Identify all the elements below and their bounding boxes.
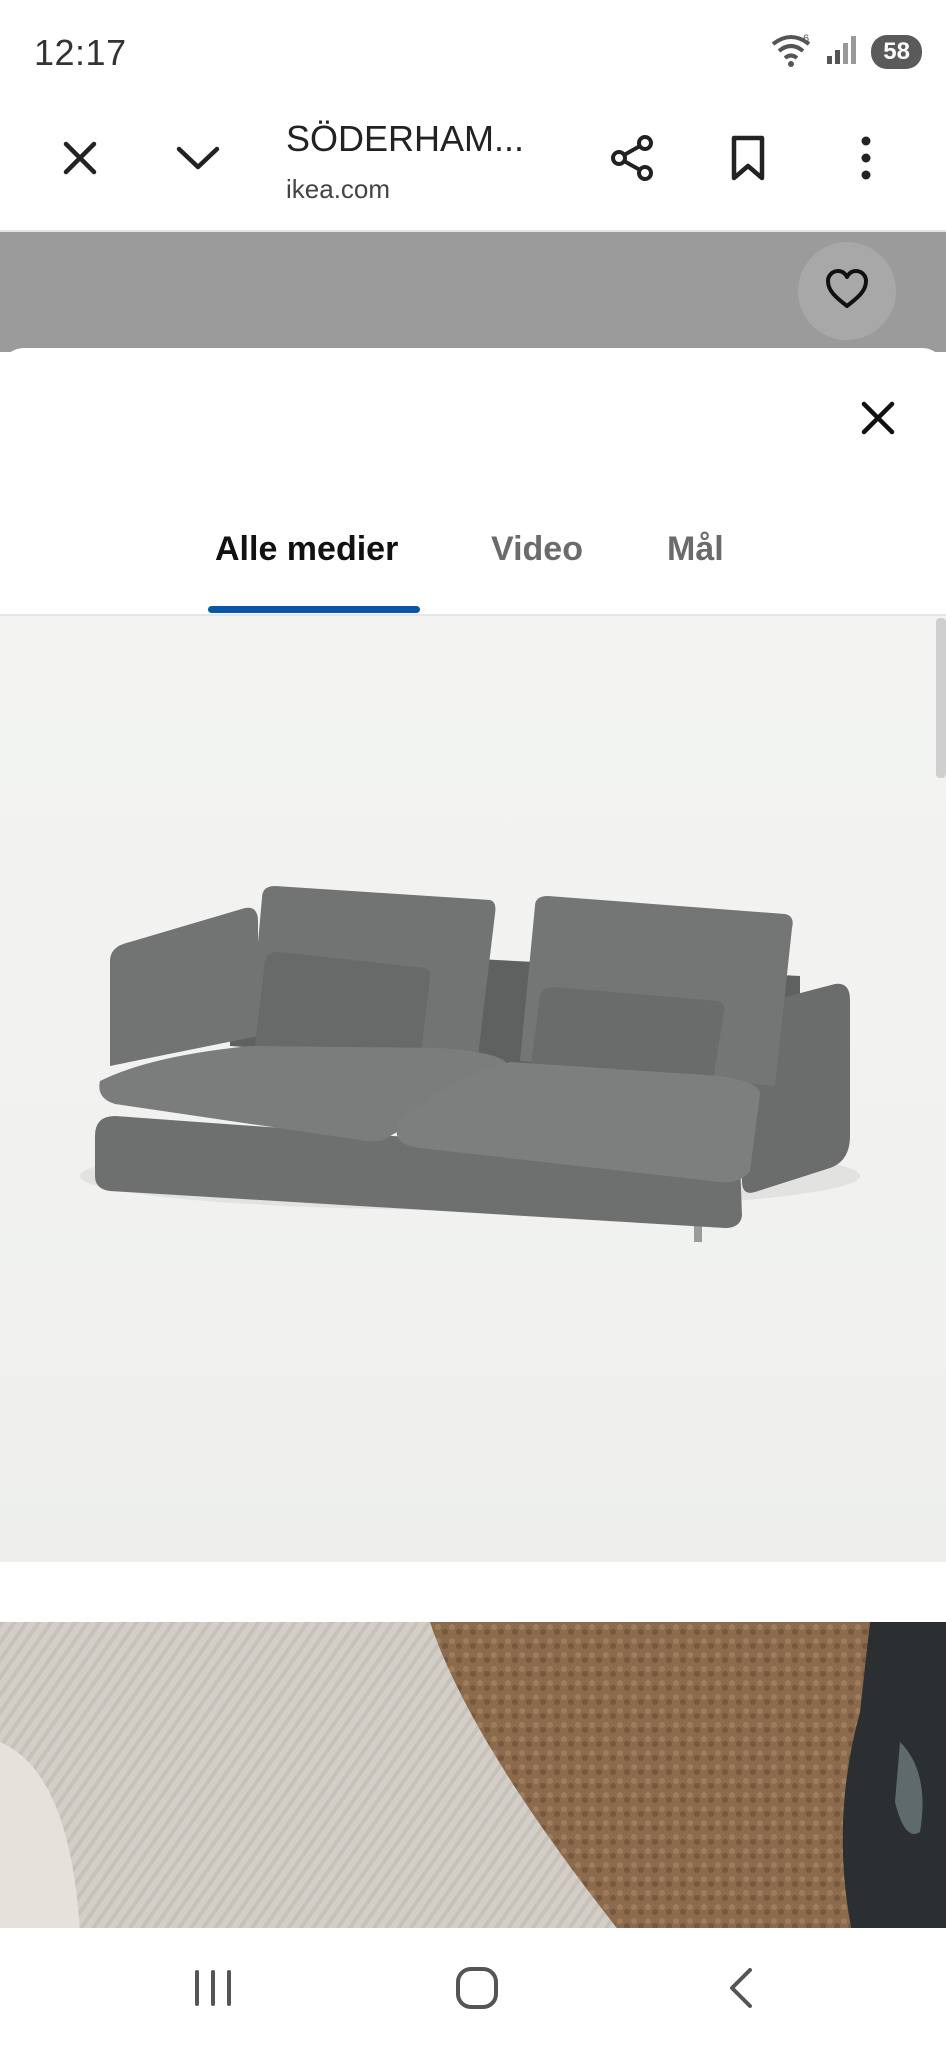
svg-text:6: 6 xyxy=(803,33,809,45)
close-icon xyxy=(861,401,895,440)
media-tabs: Alle medier Video Mål xyxy=(0,508,946,616)
heart-icon xyxy=(824,268,870,315)
signal-icon xyxy=(825,34,859,71)
more-vertical-icon xyxy=(856,135,876,186)
status-time: 12:17 xyxy=(34,32,127,73)
system-nav-bar xyxy=(0,1928,946,2049)
status-icons: 6 58 xyxy=(769,32,922,72)
home-icon xyxy=(454,1965,500,2016)
tab-dimensions[interactable]: Mål xyxy=(667,530,724,569)
share-button[interactable] xyxy=(592,120,672,200)
product-image-sofa[interactable] xyxy=(0,616,946,1562)
minimize-button[interactable] xyxy=(158,120,238,200)
tab-all-media[interactable]: Alle medier xyxy=(215,530,398,569)
tab-video[interactable]: Video xyxy=(491,530,583,569)
battery-icon: 58 xyxy=(871,35,922,69)
sofa-illustration xyxy=(80,886,860,1242)
close-tab-button[interactable] xyxy=(40,120,120,200)
bookmark-button[interactable] xyxy=(708,120,788,200)
back-icon xyxy=(726,1966,756,2015)
wifi-icon: 6 xyxy=(769,32,813,73)
close-media-button[interactable] xyxy=(850,392,906,448)
browser-toolbar: SÖDERHAM... ikea.com xyxy=(0,100,946,232)
back-button[interactable] xyxy=(706,1960,776,2020)
more-options-button[interactable] xyxy=(826,120,906,200)
media-viewer-sheet: Alle medier Video Mål xyxy=(0,348,946,1928)
recent-apps-button[interactable] xyxy=(178,1960,248,2020)
status-bar: 12:17 6 58 xyxy=(0,0,946,100)
recent-apps-icon xyxy=(191,1968,235,2013)
share-icon xyxy=(607,133,657,188)
product-image-detail[interactable] xyxy=(0,1622,946,1928)
page-url[interactable]: ikea.com xyxy=(286,174,390,205)
fabric-rug-photo xyxy=(0,1622,946,1928)
favorite-button[interactable] xyxy=(798,242,896,340)
active-tab-indicator xyxy=(208,606,420,613)
close-icon xyxy=(60,138,100,183)
home-button[interactable] xyxy=(442,1960,512,2020)
scrollbar[interactable] xyxy=(936,618,946,778)
chevron-down-icon xyxy=(175,143,221,178)
page-title[interactable]: SÖDERHAM... xyxy=(286,118,524,160)
bookmark-icon xyxy=(728,134,768,187)
